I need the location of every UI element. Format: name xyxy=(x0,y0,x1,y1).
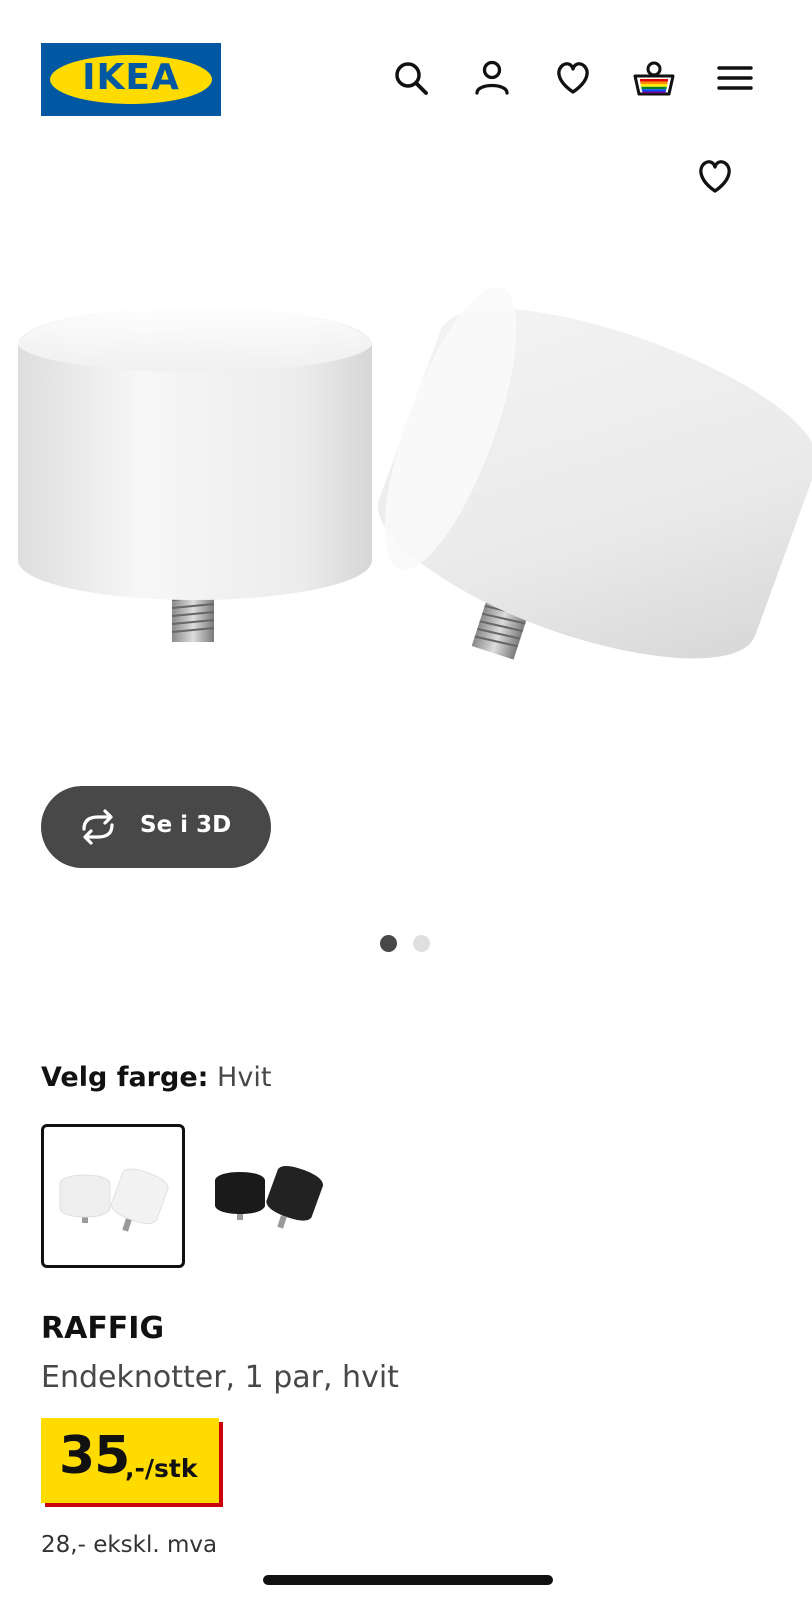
account-icon[interactable] xyxy=(470,56,514,100)
home-indicator[interactable] xyxy=(263,1575,553,1585)
view-3d-label: Se i 3D xyxy=(140,812,232,838)
product-name: RAFFIG xyxy=(41,1311,165,1346)
menu-icon[interactable] xyxy=(713,56,757,100)
product-image[interactable] xyxy=(0,250,812,720)
price-unit: ,-/stk xyxy=(125,1454,198,1483)
carousel-dot-active[interactable] xyxy=(380,935,397,952)
color-selector-label: Velg farge: Hvit xyxy=(41,1062,271,1093)
rotate-3d-icon xyxy=(76,807,120,847)
color-swatch-black[interactable] xyxy=(199,1124,343,1268)
site-header: IKEA ® xyxy=(0,0,812,150)
price-tag: 35 ,-/stk xyxy=(41,1418,219,1503)
color-label-title: Velg farge: xyxy=(41,1062,209,1093)
view-3d-button[interactable]: Se i 3D xyxy=(41,786,271,868)
cart-icon[interactable] xyxy=(632,56,676,100)
price-integer: 35 xyxy=(59,1426,130,1486)
color-swatch-white[interactable] xyxy=(41,1124,185,1268)
price-ex-vat: 28,- ekskl. mva xyxy=(41,1532,218,1558)
heart-icon[interactable] xyxy=(693,154,737,198)
logo-registered-mark: ® xyxy=(201,60,210,70)
favourites-icon[interactable] xyxy=(551,56,595,100)
carousel-dot[interactable] xyxy=(413,935,430,952)
search-icon[interactable] xyxy=(389,56,433,100)
product-description: Endeknotter, 1 par, hvit xyxy=(41,1360,399,1395)
ikea-logo[interactable]: IKEA ® xyxy=(41,43,221,116)
logo-text: IKEA xyxy=(82,57,180,98)
color-selected-value: Hvit xyxy=(217,1062,272,1093)
